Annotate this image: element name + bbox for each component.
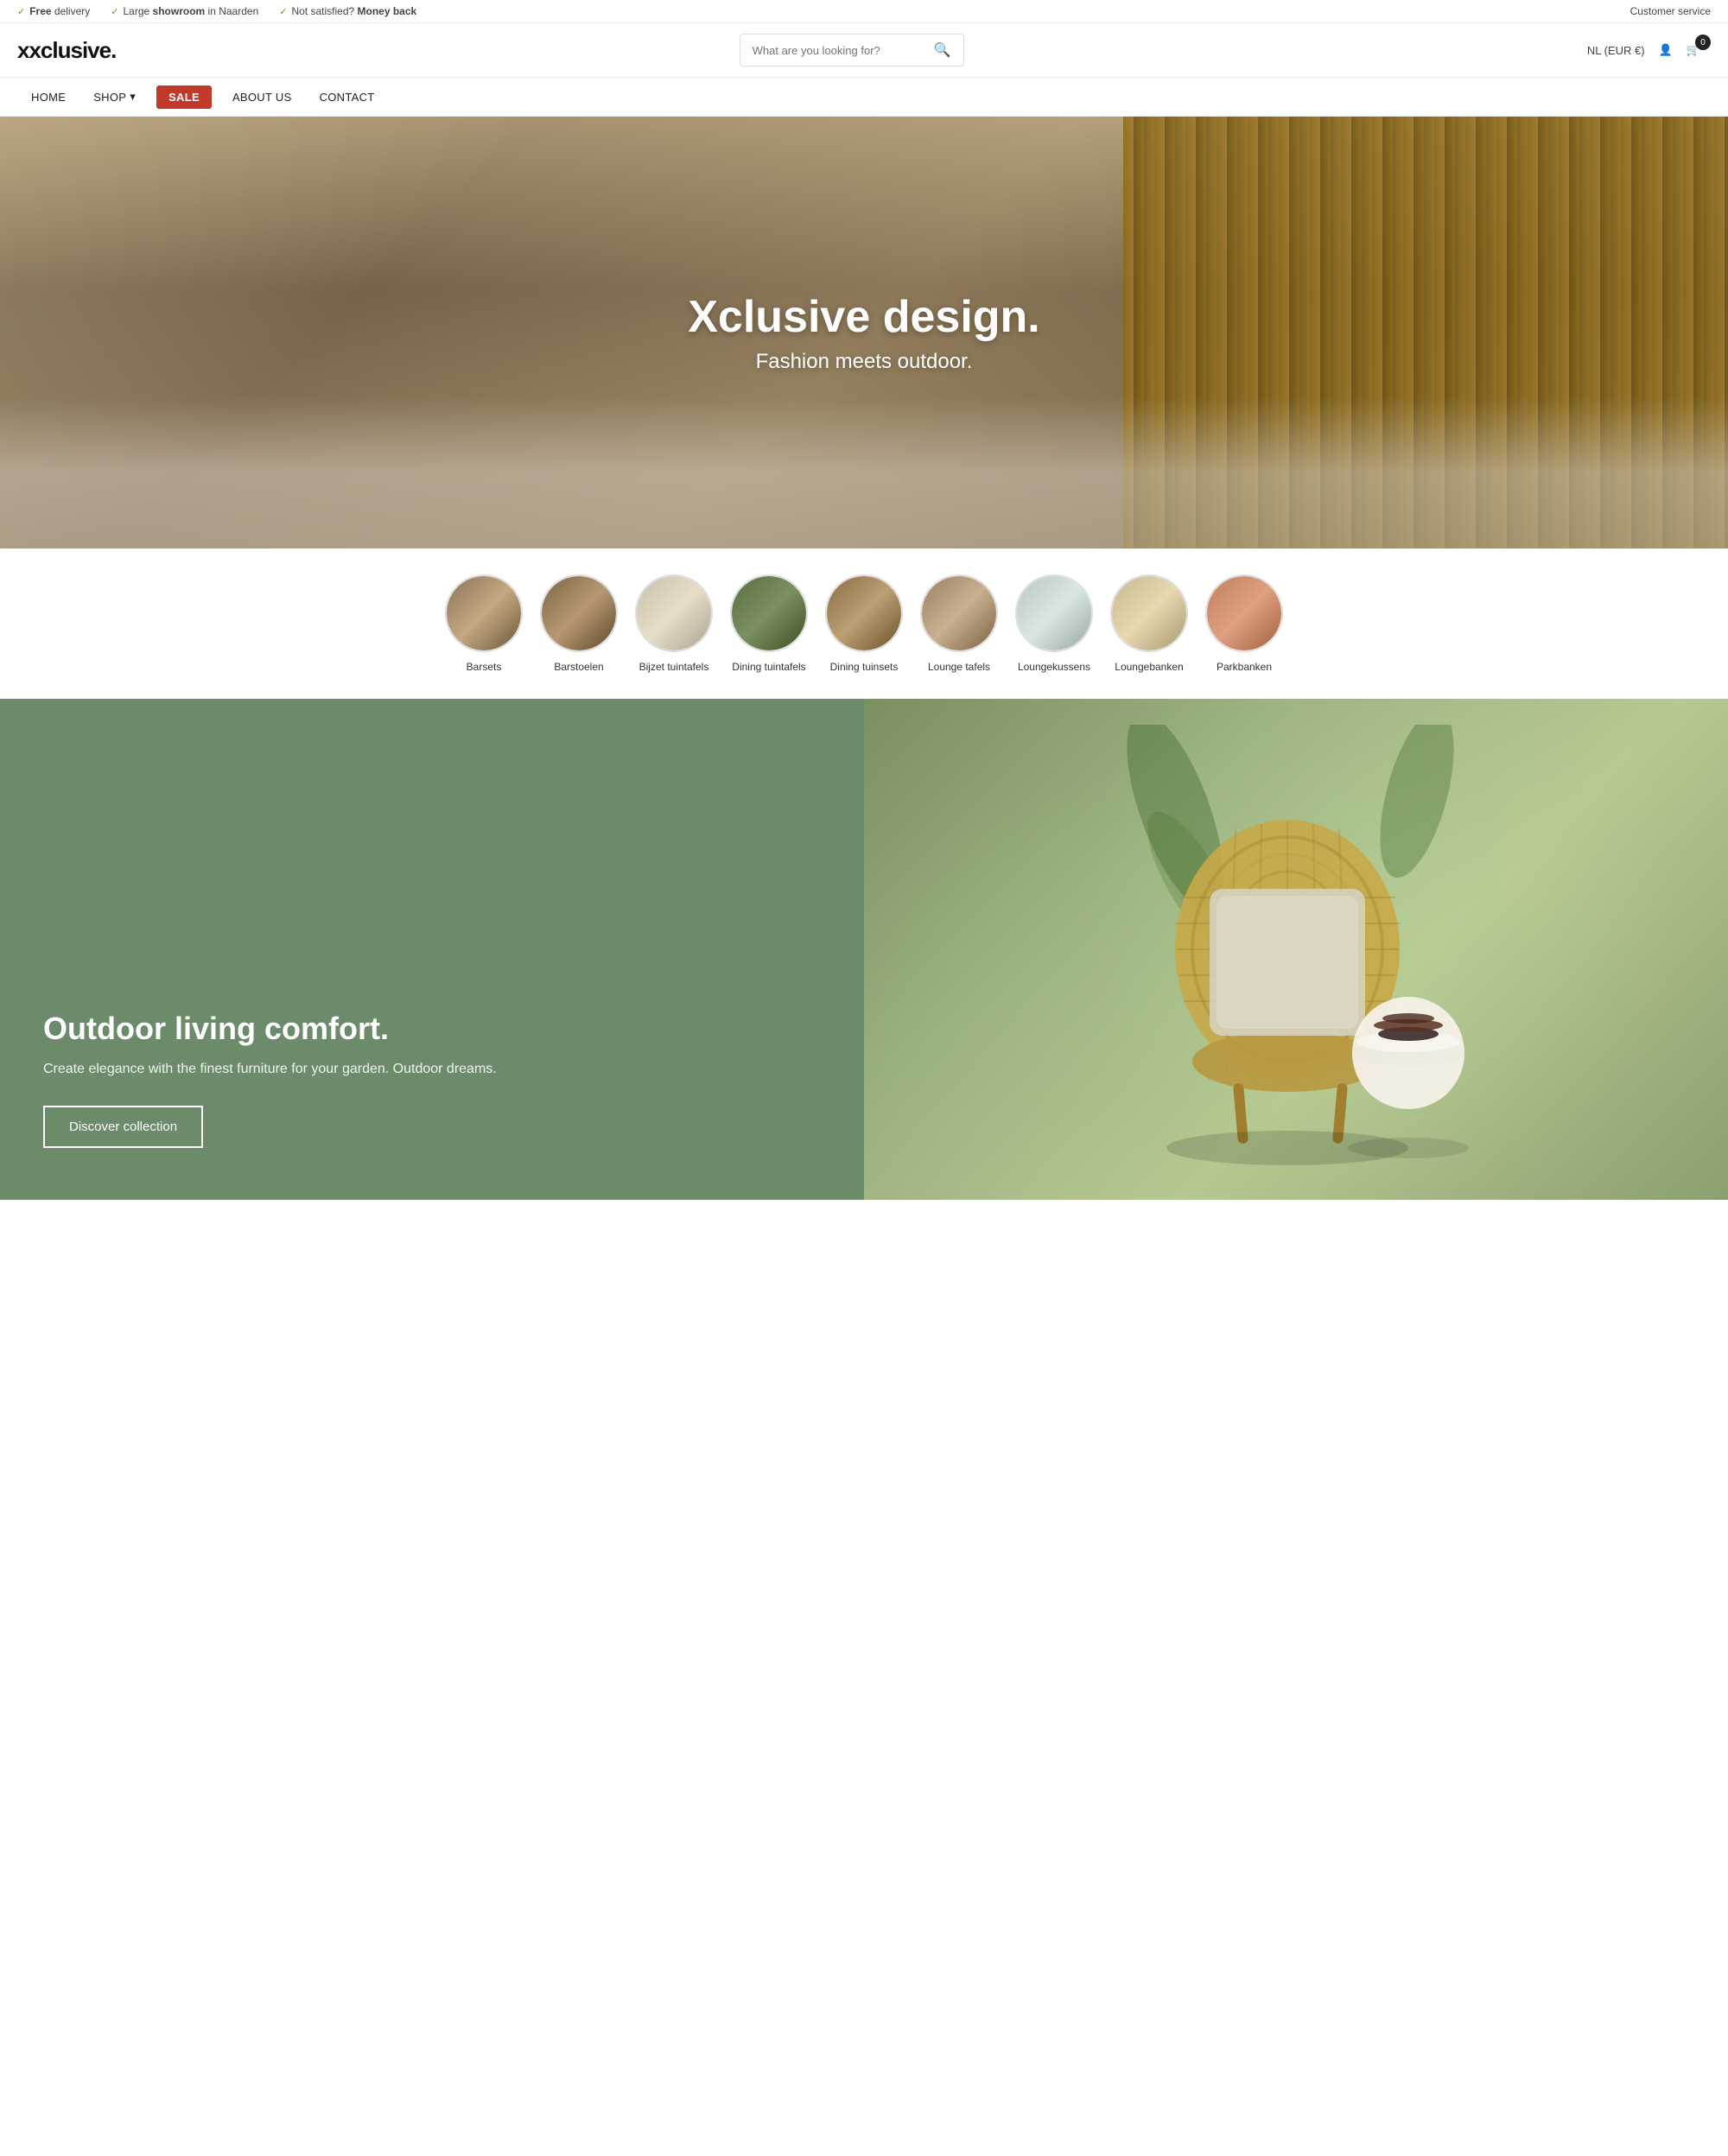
category-label-dining-tuinsets: Dining tuinsets bbox=[830, 661, 899, 673]
search-bar[interactable]: 🔍 bbox=[740, 34, 964, 67]
search-icon: 🔍 bbox=[934, 41, 951, 59]
category-lounge-tafels[interactable]: Lounge tafels bbox=[920, 574, 998, 673]
category-label-loungebanken: Loungebanken bbox=[1115, 661, 1183, 673]
category-label-parkbanken: Parkbanken bbox=[1217, 661, 1272, 673]
check-icon: ✓ bbox=[111, 6, 118, 17]
category-image-dining-tafels bbox=[732, 576, 806, 650]
category-image-bijzet bbox=[637, 576, 711, 650]
promo-section: Outdoor living comfort. Create elegance … bbox=[0, 699, 1728, 1200]
category-label-dining-tafels: Dining tuintafels bbox=[732, 661, 805, 673]
hero-subtitle: Fashion meets outdoor. bbox=[688, 350, 1040, 374]
rattan-furniture-visual bbox=[864, 699, 1728, 1200]
user-icon[interactable]: 👤 bbox=[1659, 43, 1673, 57]
category-barsets[interactable]: Barsets bbox=[445, 574, 523, 673]
category-image-barstoelen bbox=[542, 576, 616, 650]
category-circle-barsets bbox=[445, 574, 523, 652]
hero-banner: Xclusive design. Fashion meets outdoor. bbox=[0, 117, 1728, 549]
currency-selector[interactable]: NL (EUR €) bbox=[1587, 44, 1645, 57]
category-circle-parkbanken bbox=[1205, 574, 1283, 652]
top-bar-left: ✓ Free delivery ✓ Large showroom in Naar… bbox=[17, 5, 416, 17]
category-parkbanken[interactable]: Parkbanken bbox=[1205, 574, 1283, 673]
category-barstoelen[interactable]: Barstoelen bbox=[540, 574, 618, 673]
promo-left: Outdoor living comfort. Create elegance … bbox=[0, 699, 864, 1200]
top-bar: ✓ Free delivery ✓ Large showroom in Naar… bbox=[0, 0, 1728, 23]
category-dining-tuintafels[interactable]: Dining tuintafels bbox=[730, 574, 808, 673]
top-bar-showroom: ✓ Large showroom in Naarden bbox=[111, 5, 258, 17]
promo-description: Create elegance with the finest furnitur… bbox=[43, 1059, 821, 1080]
category-circle-dining-tafels bbox=[730, 574, 808, 652]
category-circle-dining-tuinsets bbox=[825, 574, 903, 652]
category-image-lounge-tafels bbox=[922, 576, 996, 650]
nav-home[interactable]: HOME bbox=[17, 79, 79, 116]
main-nav: HOME SHOP ▾ SALE ABOUT US CONTACT bbox=[0, 78, 1728, 117]
logo-x: x bbox=[17, 37, 29, 64]
top-bar-moneyback: ✓ Not satisfied? Money back bbox=[279, 5, 416, 17]
promo-title: Outdoor living comfort. bbox=[43, 1010, 821, 1047]
promo-right-image bbox=[864, 699, 1728, 1200]
category-image-parkbanken bbox=[1207, 576, 1281, 650]
category-label-loungekussens: Loungekussens bbox=[1018, 661, 1090, 673]
category-dining-tuinsets[interactable]: Dining tuinsets bbox=[825, 574, 903, 673]
header: xxclusive. 🔍 NL (EUR €) 👤 🛒0 bbox=[0, 23, 1728, 78]
logo-text: xclusive. bbox=[29, 37, 116, 64]
check-icon: ✓ bbox=[279, 6, 287, 17]
category-circle-loungebanken bbox=[1110, 574, 1188, 652]
category-label-barstoelen: Barstoelen bbox=[554, 661, 603, 673]
category-label-barsets: Barsets bbox=[467, 661, 502, 673]
category-circle-bijzet bbox=[635, 574, 713, 652]
hero-title: Xclusive design. bbox=[688, 291, 1040, 343]
hero-ground bbox=[0, 397, 1728, 549]
category-loungebanken[interactable]: Loungebanken bbox=[1110, 574, 1188, 673]
logo[interactable]: xxclusive. bbox=[17, 37, 116, 64]
category-circle-barstoelen bbox=[540, 574, 618, 652]
chevron-down-icon: ▾ bbox=[130, 90, 136, 104]
hero-text: Xclusive design. Fashion meets outdoor. bbox=[688, 291, 1040, 374]
category-circle-loungekussens bbox=[1015, 574, 1093, 652]
discover-collection-button[interactable]: Discover collection bbox=[43, 1106, 203, 1148]
category-image-dining-tuinsets bbox=[827, 576, 901, 650]
category-image-loungebanken bbox=[1112, 576, 1186, 650]
cart-badge: 0 bbox=[1695, 35, 1711, 50]
category-image-loungekussens bbox=[1017, 576, 1091, 650]
nav-about[interactable]: ABOUT US bbox=[219, 79, 306, 116]
rattan-chair-svg bbox=[1123, 725, 1469, 1174]
category-label-lounge-tafels: Lounge tafels bbox=[928, 661, 990, 673]
nav-contact[interactable]: CONTACT bbox=[306, 79, 389, 116]
category-circle-lounge-tafels bbox=[920, 574, 998, 652]
top-bar-delivery: ✓ Free delivery bbox=[17, 5, 90, 17]
nav-sale[interactable]: SALE bbox=[156, 86, 212, 109]
category-image-barsets bbox=[447, 576, 521, 650]
nav-shop[interactable]: SHOP ▾ bbox=[79, 78, 149, 116]
customer-service-link[interactable]: Customer service bbox=[1630, 5, 1711, 17]
category-label-bijzet: Bijzet tuintafels bbox=[639, 661, 709, 673]
check-icon: ✓ bbox=[17, 6, 25, 17]
search-input[interactable] bbox=[753, 44, 934, 57]
header-right: NL (EUR €) 👤 🛒0 bbox=[1587, 43, 1711, 57]
category-bijzet[interactable]: Bijzet tuintafels bbox=[635, 574, 713, 673]
category-circles: Barsets Barstoelen Bijzet tuintafels Din… bbox=[0, 549, 1728, 699]
category-loungekussens[interactable]: Loungekussens bbox=[1015, 574, 1093, 673]
cart-icon[interactable]: 🛒0 bbox=[1687, 43, 1711, 57]
